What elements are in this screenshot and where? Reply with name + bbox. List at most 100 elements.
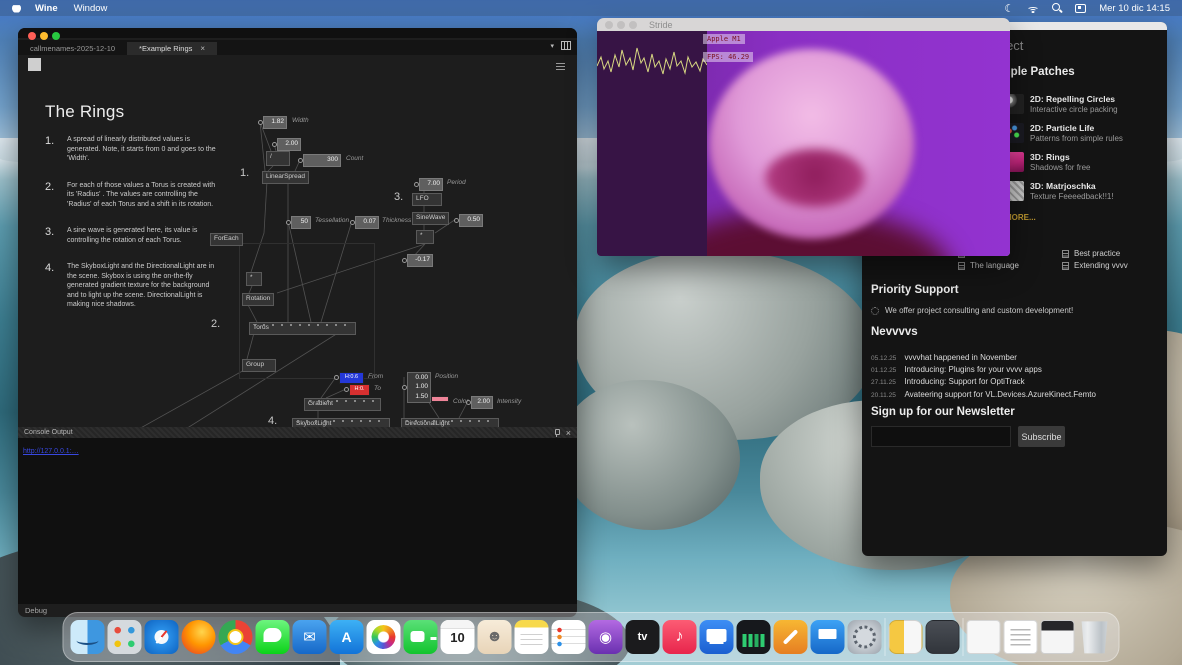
firefox-icon[interactable] (182, 620, 216, 654)
news-link[interactable]: Avateering support for VL.Devices.AzureK… (904, 390, 1096, 399)
menu-item-wine[interactable]: Wine (35, 3, 58, 14)
tab-label[interactable]: *Example Rings (139, 44, 192, 53)
stats-icon[interactable] (737, 620, 771, 654)
canvas-menu-icon[interactable] (556, 63, 565, 70)
node-group[interactable]: Group (242, 359, 276, 372)
iobox-count[interactable]: 300 (303, 154, 341, 167)
display-icon[interactable] (700, 620, 734, 654)
render-viewport[interactable]: Apple M1 FPS: 46.29 (597, 31, 1010, 256)
apple-tv-icon[interactable]: tv (626, 620, 660, 654)
photos-icon[interactable] (367, 620, 401, 654)
zoom-traffic-light[interactable] (52, 32, 60, 40)
colorbox-from[interactable]: H:0.6 (339, 372, 364, 384)
node-gradient[interactable]: Gradient (304, 398, 381, 411)
document-icon (958, 262, 965, 270)
node-divide[interactable]: / (266, 151, 290, 166)
patch-title[interactable]: 3D: Rings (1030, 152, 1070, 162)
layout-grid-icon[interactable] (561, 41, 571, 50)
podcasts-icon[interactable]: ◉ (589, 620, 623, 654)
iobox-period[interactable]: 7.00 (419, 178, 443, 191)
minimize-traffic-light[interactable] (617, 21, 625, 29)
menubar-clock[interactable]: Mer 10 dic 14:15 (1099, 3, 1170, 14)
colorbox-to[interactable]: H:0. (349, 384, 370, 396)
minimized-window-dark[interactable] (926, 620, 960, 654)
wifi-icon[interactable] (1027, 4, 1039, 13)
patch-title[interactable]: 3D: Matrjoschka (1030, 181, 1096, 191)
tab-label[interactable]: callmenames-2025-12-10 (30, 44, 115, 53)
facetime-icon[interactable] (404, 620, 438, 654)
zoom-traffic-light[interactable] (629, 21, 637, 29)
link-the-language[interactable]: The language (958, 261, 1019, 270)
spotlight-search-icon[interactable] (1052, 3, 1062, 13)
contacts-icon[interactable]: ☻ (478, 620, 512, 654)
console-close-icon[interactable]: × (566, 428, 571, 438)
reminders-icon[interactable] (552, 620, 586, 654)
node-rotation[interactable]: Rotation (242, 293, 274, 306)
patch-preview-square[interactable] (28, 58, 41, 71)
editor-titlebar[interactable] (18, 28, 577, 38)
subscribe-button[interactable]: Subscribe (1018, 426, 1065, 447)
iobox-position[interactable]: 0.001.001.50 (407, 372, 431, 403)
focus-moon-icon[interactable]: ☾ (1004, 2, 1014, 15)
iobox-intensity[interactable]: 2.00 (471, 396, 493, 409)
region-foreach-label[interactable]: ForEach (210, 233, 243, 246)
link-best-practice[interactable]: Best practice (1062, 249, 1120, 258)
tab-example-rings[interactable]: *Example Rings × (127, 42, 217, 55)
menu-item-window[interactable]: Window (74, 3, 108, 14)
iobox-tessellation[interactable]: 50 (291, 216, 311, 229)
input-source-icon[interactable] (1075, 4, 1086, 13)
node-multiply[interactable]: * (416, 230, 434, 244)
stride-titlebar[interactable]: Stride (597, 18, 1010, 31)
music-icon[interactable]: ♪ (663, 620, 697, 654)
colorbox-light-color[interactable] (431, 396, 449, 402)
console-log-link[interactable]: http://127.0.0.1:… (23, 448, 79, 455)
trash-icon[interactable] (1078, 620, 1112, 654)
document-dark-icon[interactable] (1041, 620, 1075, 654)
learn-link-label[interactable]: The language (970, 261, 1019, 270)
chrome-icon[interactable] (219, 620, 253, 654)
minimize-traffic-light[interactable] (40, 32, 48, 40)
safari-icon[interactable] (145, 620, 179, 654)
messages-icon[interactable] (256, 620, 290, 654)
node-lfo[interactable]: LFO (412, 193, 442, 206)
document-plain-icon[interactable] (967, 620, 1001, 654)
learn-link-label[interactable]: Best practice (1074, 249, 1120, 258)
close-traffic-light[interactable] (605, 21, 613, 29)
finder-icon[interactable] (71, 620, 105, 654)
apple-menu-icon[interactable] (12, 4, 21, 13)
perf-graph-panel (597, 31, 707, 256)
patch-title[interactable]: 2D: Repelling Circles (1030, 94, 1115, 104)
node-multiply[interactable]: * (246, 272, 262, 286)
link-extending-vvvv[interactable]: Extending vvvv (1062, 261, 1128, 270)
calendar-icon[interactable]: 10 (441, 620, 475, 654)
iobox-width[interactable]: 1.82 (263, 116, 287, 129)
notes-icon[interactable] (515, 620, 549, 654)
node-torus[interactable]: Torus (249, 322, 356, 335)
patch-canvas[interactable]: The Rings 1. A spread of linearly distri… (18, 55, 577, 429)
debug-label[interactable]: Debug (25, 606, 47, 615)
iobox-sine-value[interactable]: -0.17 (407, 254, 433, 267)
dock-separator[interactable] (885, 618, 886, 656)
patch-title[interactable]: 2D: Particle Life (1030, 123, 1094, 133)
iobox-amplitude[interactable]: 0.50 (459, 214, 483, 227)
tab-list-dropdown-icon[interactable]: ▾ (550, 42, 554, 50)
pin-icon[interactable] (554, 429, 559, 437)
node-linearspread[interactable]: LinearSpread (262, 171, 309, 184)
newsletter-email-input[interactable] (871, 426, 1011, 447)
keynote-icon[interactable] (811, 620, 845, 654)
app-store-icon[interactable]: A (330, 620, 364, 654)
launchpad-icon[interactable] (108, 620, 142, 654)
learn-link-label[interactable]: Extending vvvv (1074, 261, 1128, 270)
close-traffic-light[interactable] (28, 32, 36, 40)
mail-icon[interactable]: ✉ (293, 620, 327, 654)
minimized-window-light[interactable] (889, 620, 923, 654)
system-settings-icon[interactable] (848, 620, 882, 654)
tab-callmenames[interactable]: callmenames-2025-12-10 (18, 42, 127, 55)
document-text-icon[interactable] (1004, 620, 1038, 654)
utility-icon[interactable] (774, 620, 808, 654)
iobox-thickness[interactable]: 0.07 (355, 216, 379, 229)
node-sinewave[interactable]: SineWave (412, 212, 449, 225)
dock-separator[interactable] (963, 618, 964, 656)
iobox-divisor[interactable]: 2.00 (277, 138, 301, 151)
tab-close-icon[interactable]: × (200, 44, 205, 53)
